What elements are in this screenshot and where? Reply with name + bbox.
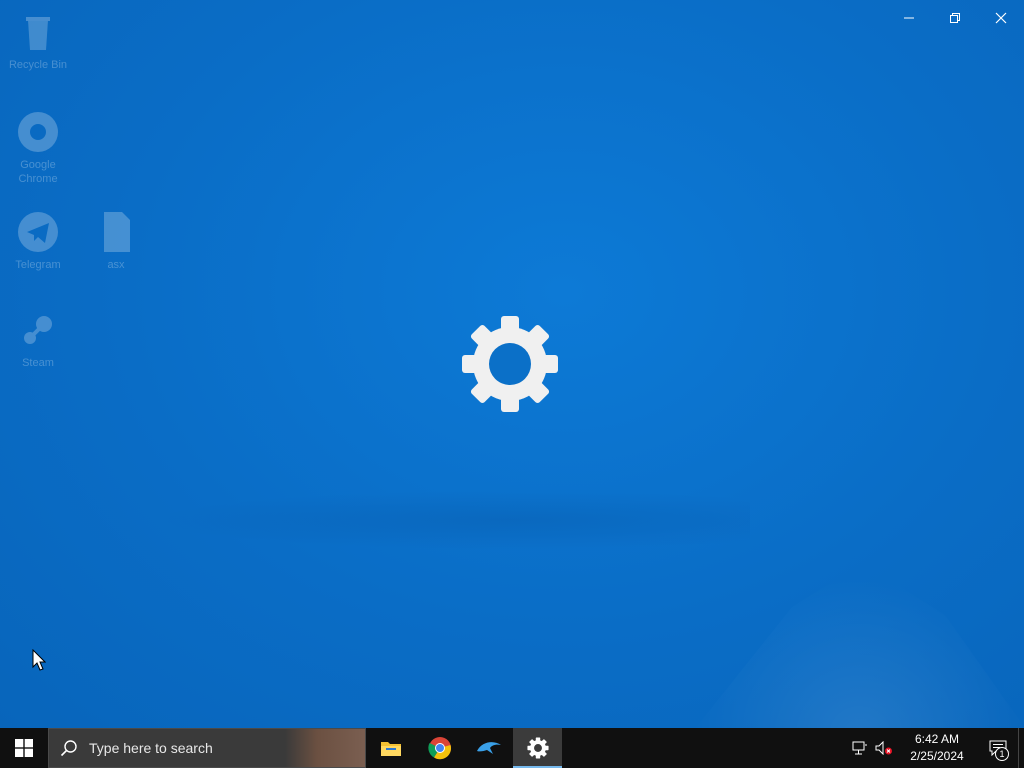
network-tray-button[interactable] (848, 728, 872, 768)
desktop-icon-recycle-bin[interactable]: Recycle Bin (0, 10, 76, 72)
restore-icon (950, 13, 960, 23)
window-controls (886, 0, 1024, 36)
clock-date: 2/25/2024 (910, 749, 964, 763)
restore-button[interactable] (932, 0, 978, 36)
system-tray: 6:42 AM 2/25/2024 1 (848, 728, 1024, 768)
desktop-icon-telegram[interactable]: Telegram (0, 210, 76, 272)
settings-splash-gear-icon (460, 314, 560, 414)
landscape-shadow (150, 490, 750, 550)
desktop-icon-label: Telegram (15, 259, 61, 271)
taskbar: Type here to search 6:42 AM 2/25/2024 1 (0, 728, 1024, 768)
taskbar-search-box[interactable]: Type here to search (48, 728, 366, 768)
volume-tray-button[interactable] (872, 728, 896, 768)
desktop-icon-chrome[interactable]: Google Chrome (0, 110, 76, 186)
action-center-button[interactable]: 1 (978, 728, 1018, 768)
minimize-button[interactable] (886, 0, 932, 36)
chrome-icon (427, 737, 451, 760)
clock-time: 6:42 AM (914, 732, 960, 746)
desktop-icon-label: Recycle Bin (8, 59, 68, 71)
steam-icon (16, 308, 60, 352)
desktop-icon-asx[interactable]: asx (78, 210, 154, 272)
search-icon (49, 739, 89, 757)
desktop-icon-steam[interactable]: Steam (0, 308, 76, 370)
taskbar-app-file-explorer[interactable] (366, 728, 415, 768)
network-icon (852, 741, 867, 755)
taskbar-clock[interactable]: 6:42 AM 2/25/2024 (902, 731, 972, 765)
search-highlight-image (285, 729, 365, 767)
mouse-cursor-icon (32, 648, 47, 671)
recycle-bin-icon (16, 10, 60, 54)
chrome-icon (16, 110, 60, 154)
landscape-mountain (690, 575, 1024, 728)
telegram-icon (16, 210, 60, 254)
notification-count-badge: 1 (995, 747, 1009, 761)
search-placeholder: Type here to search (89, 740, 213, 756)
gear-icon (526, 737, 549, 759)
close-icon (995, 12, 1007, 24)
taskbar-app-dolphin[interactable] (464, 728, 513, 768)
volume-muted-icon (875, 741, 892, 755)
minimize-icon (904, 17, 914, 19)
desktop-icon-label: Google Chrome (18, 159, 58, 185)
desktop-icon-label: Steam (22, 357, 54, 369)
windows-logo-icon (15, 739, 33, 757)
folder-icon (380, 742, 401, 756)
dolphin-icon (476, 742, 501, 754)
desktop-icon-label: asx (107, 259, 125, 271)
file-icon (94, 210, 138, 254)
close-button[interactable] (978, 0, 1024, 36)
taskbar-app-chrome[interactable] (415, 728, 464, 768)
start-button[interactable] (0, 728, 48, 768)
taskbar-app-settings[interactable] (513, 728, 562, 768)
show-desktop-button[interactable] (1018, 728, 1024, 768)
desktop: Recycle Bin Google Chrome Telegram asx S… (0, 0, 1024, 728)
